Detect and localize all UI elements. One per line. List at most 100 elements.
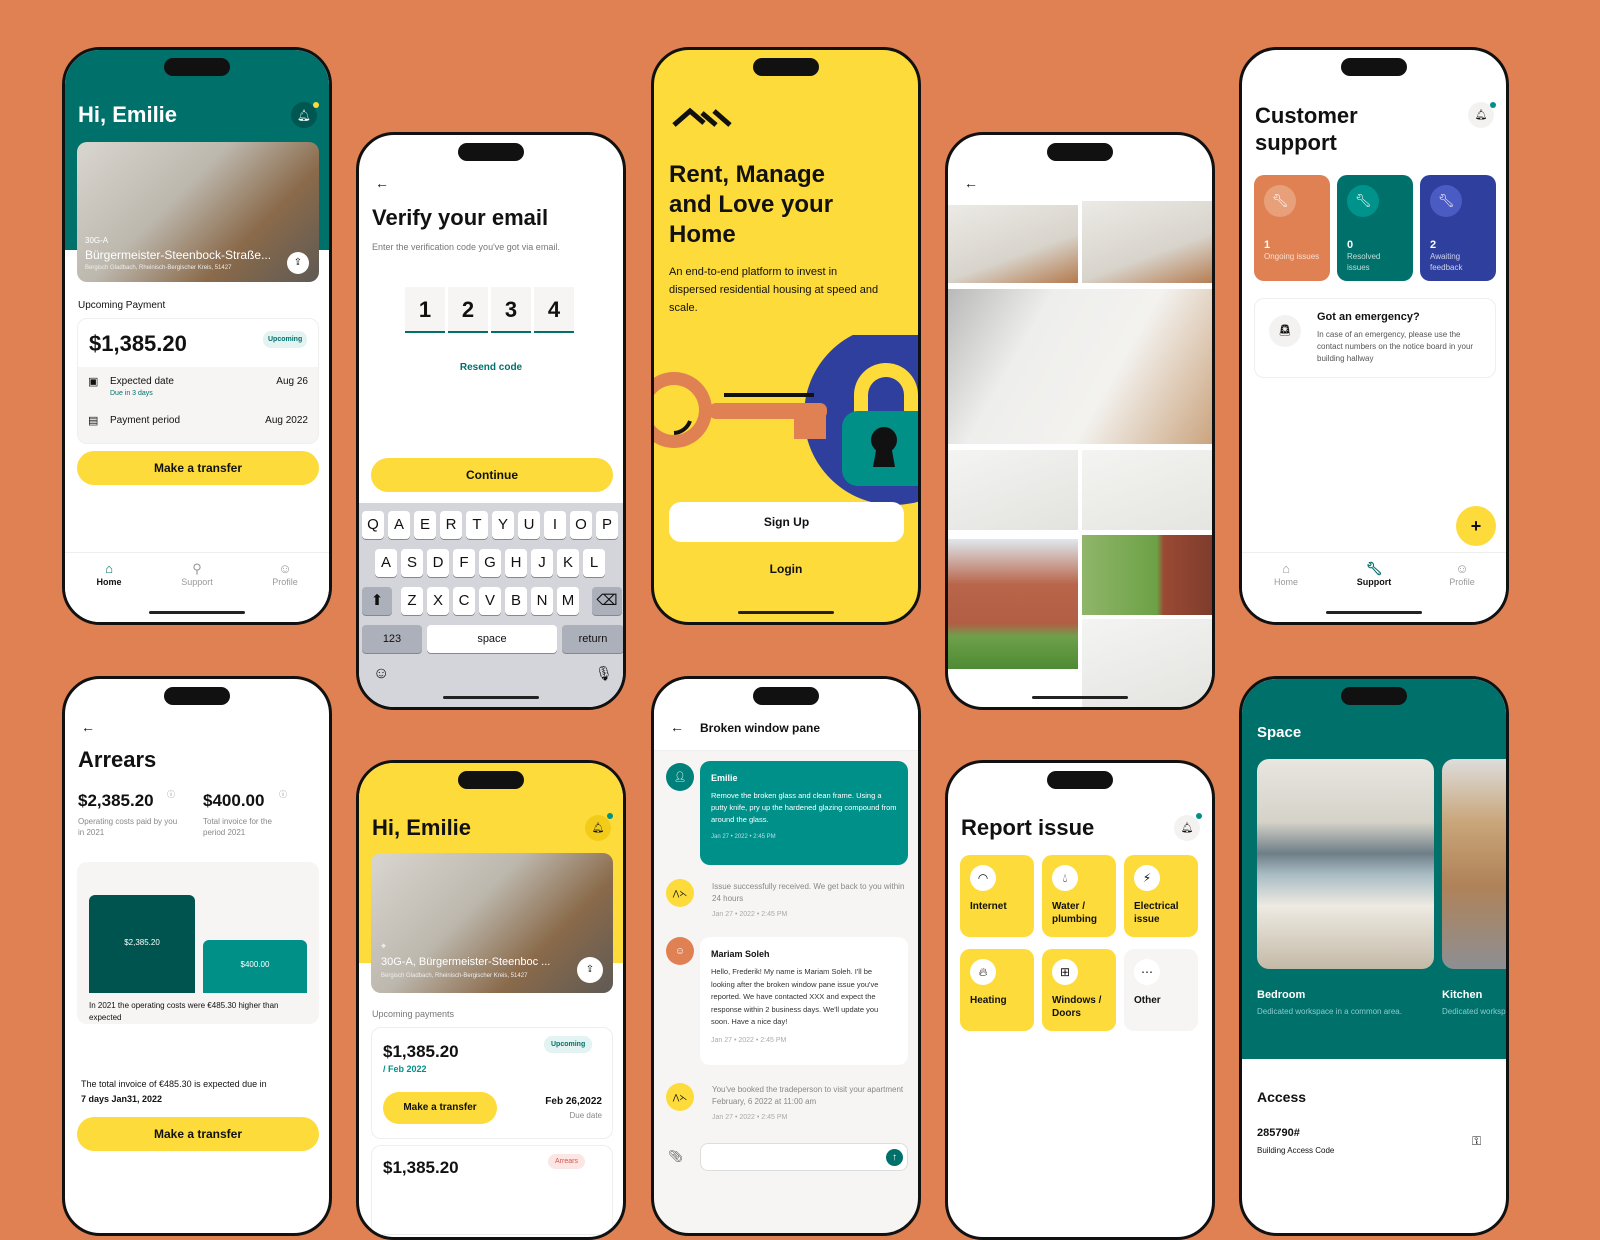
continue-button[interactable]: Continue (371, 458, 613, 492)
stat-card-ongoing[interactable]: 🔧︎ 1 Ongoing issues (1254, 175, 1330, 281)
key-h[interactable]: H (505, 549, 527, 577)
phone-home-teal: Hi, Emilie 🔔︎ 30G-A Bürgermeister-Steenb… (62, 47, 332, 625)
nav-profile[interactable]: ☺ Profile (255, 561, 315, 622)
share-button[interactable]: ⇪ (287, 252, 309, 274)
back-arrow-icon[interactable]: ← (964, 175, 978, 191)
stat-card-resolved[interactable]: 🔧︎ 0 Resolved issues (1337, 175, 1413, 281)
tile-heating[interactable]: 🔥︎ Heating (960, 949, 1034, 1031)
send-button[interactable]: ↑ (886, 1149, 903, 1166)
key-a[interactable]: A (375, 549, 397, 577)
notch (458, 771, 524, 789)
system-message: Issue successfully received. We get back… (712, 882, 905, 903)
shift-key[interactable]: ⬆ (362, 587, 392, 615)
gallery-photo[interactable] (948, 450, 1078, 530)
emoji-icon[interactable]: ☺ (373, 665, 389, 683)
code-input[interactable]: 1 2 3 4 (405, 287, 574, 333)
tile-windows[interactable]: ⊞ Windows / Doors (1042, 949, 1116, 1031)
key-icon[interactable]: ⚿ (1472, 1134, 1481, 1149)
key-i[interactable]: I (544, 511, 566, 539)
key-g[interactable]: G (479, 549, 501, 577)
key-j[interactable]: J (531, 549, 553, 577)
message-input[interactable] (700, 1143, 908, 1171)
add-issue-button[interactable]: + (1456, 506, 1496, 546)
make-transfer-button[interactable]: Make a transfer (383, 1092, 497, 1124)
room-card-bedroom[interactable] (1257, 759, 1434, 969)
tile-water[interactable]: 💧︎ Water / plumbing (1042, 855, 1116, 937)
space-key[interactable]: space (427, 625, 557, 653)
payment-card: $1,385.20 / Feb 2022 Upcoming Make a tra… (371, 1027, 613, 1139)
back-arrow-icon[interactable]: ← (375, 175, 389, 191)
return-key[interactable]: return (562, 625, 623, 653)
attachment-icon[interactable]: 📎︎ (668, 1149, 683, 1163)
gallery-photo[interactable] (1082, 201, 1212, 283)
key-e[interactable]: E (414, 511, 436, 539)
key-v[interactable]: V (479, 587, 501, 615)
key-o[interactable]: O (570, 511, 592, 539)
key-x[interactable]: X (427, 587, 449, 615)
code-digit[interactable]: 3 (491, 287, 531, 333)
room-desc: Dedicated workspace in a common area. (1257, 1007, 1402, 1016)
brand-logo-icon: ⋀⋋ (666, 1083, 694, 1111)
gallery-photo[interactable] (948, 289, 1212, 444)
key-l[interactable]: L (583, 549, 605, 577)
key-a[interactable]: A (388, 511, 410, 539)
wifi-icon: ◠ (970, 865, 996, 891)
page-title: Verify your email (372, 205, 549, 230)
backspace-key[interactable]: ⌫ (592, 587, 622, 615)
info-icon[interactable]: ⓘ (279, 789, 287, 800)
room-card-kitchen[interactable] (1442, 759, 1506, 969)
code-digit[interactable]: 4 (534, 287, 574, 333)
sign-up-button[interactable]: Sign Up (669, 502, 904, 542)
key-r[interactable]: R (440, 511, 462, 539)
user-avatar-icon: 👤︎ (666, 763, 694, 791)
back-arrow-icon[interactable]: ← (81, 719, 95, 735)
share-button[interactable]: ⇪ (577, 957, 603, 983)
bell-icon: 🔔︎ (591, 822, 605, 834)
microphone-icon[interactable]: 🎙︎ (595, 665, 613, 682)
key-y[interactable]: Y (492, 511, 514, 539)
make-transfer-button[interactable]: Make a transfer (77, 1117, 319, 1151)
stat-card-awaiting[interactable]: 🔧︎ 2 Awaiting feedback (1420, 175, 1496, 281)
key-p[interactable]: P (596, 511, 618, 539)
notch (753, 58, 819, 76)
gallery-photo[interactable] (1082, 450, 1212, 530)
key-u[interactable]: U (518, 511, 540, 539)
flame-icon: 🔥︎ (970, 959, 996, 985)
property-card[interactable]: ⌖ 30G-A, Bürgermeister-Steenboc ... Berg… (371, 853, 613, 993)
key-q[interactable]: Q (362, 511, 384, 539)
key-b[interactable]: B (505, 587, 527, 615)
gallery-photo[interactable] (948, 205, 1078, 283)
property-card[interactable]: 30G-A Bürgermeister-Steenbock-Straße... … (77, 142, 319, 282)
info-icon[interactable]: ⓘ (167, 789, 175, 800)
key-t[interactable]: T (466, 511, 488, 539)
key-k[interactable]: K (557, 549, 579, 577)
code-digit[interactable]: 2 (448, 287, 488, 333)
key-s[interactable]: S (401, 549, 423, 577)
tile-other[interactable]: ⋯ Other (1124, 949, 1198, 1031)
key-c[interactable]: C (453, 587, 475, 615)
key-n[interactable]: N (531, 587, 553, 615)
gallery-photo[interactable] (1082, 535, 1212, 615)
key-d[interactable]: D (427, 549, 449, 577)
back-arrow-icon[interactable]: ← (670, 719, 684, 735)
bell-icon: 🔔︎ (1180, 822, 1194, 834)
nav-home[interactable]: ⌂ Home (1256, 561, 1316, 622)
login-link[interactable]: Login (654, 562, 918, 576)
gallery-photo[interactable] (948, 539, 1078, 669)
tile-internet[interactable]: ◠ Internet (960, 855, 1034, 937)
nav-home[interactable]: ⌂ Home (79, 561, 139, 622)
make-transfer-button[interactable]: Make a transfer (77, 451, 319, 485)
notch (1341, 58, 1407, 76)
resend-code-link[interactable]: Resend code (359, 362, 623, 373)
key-f[interactable]: F (453, 549, 475, 577)
bar-operating-costs: $2,385.20 (89, 895, 195, 993)
code-digit[interactable]: 1 (405, 287, 445, 333)
notch (164, 58, 230, 76)
key-m[interactable]: M (557, 587, 579, 615)
key-z[interactable]: Z (401, 587, 423, 615)
numbers-key[interactable]: 123 (362, 625, 422, 653)
bell-button[interactable]: 🔔︎ (585, 815, 611, 841)
bell-button[interactable]: 🔔︎ (1174, 815, 1200, 841)
tile-electrical[interactable]: ⚡︎ Electrical issue (1124, 855, 1198, 937)
nav-profile[interactable]: ☺ Profile (1432, 561, 1492, 622)
